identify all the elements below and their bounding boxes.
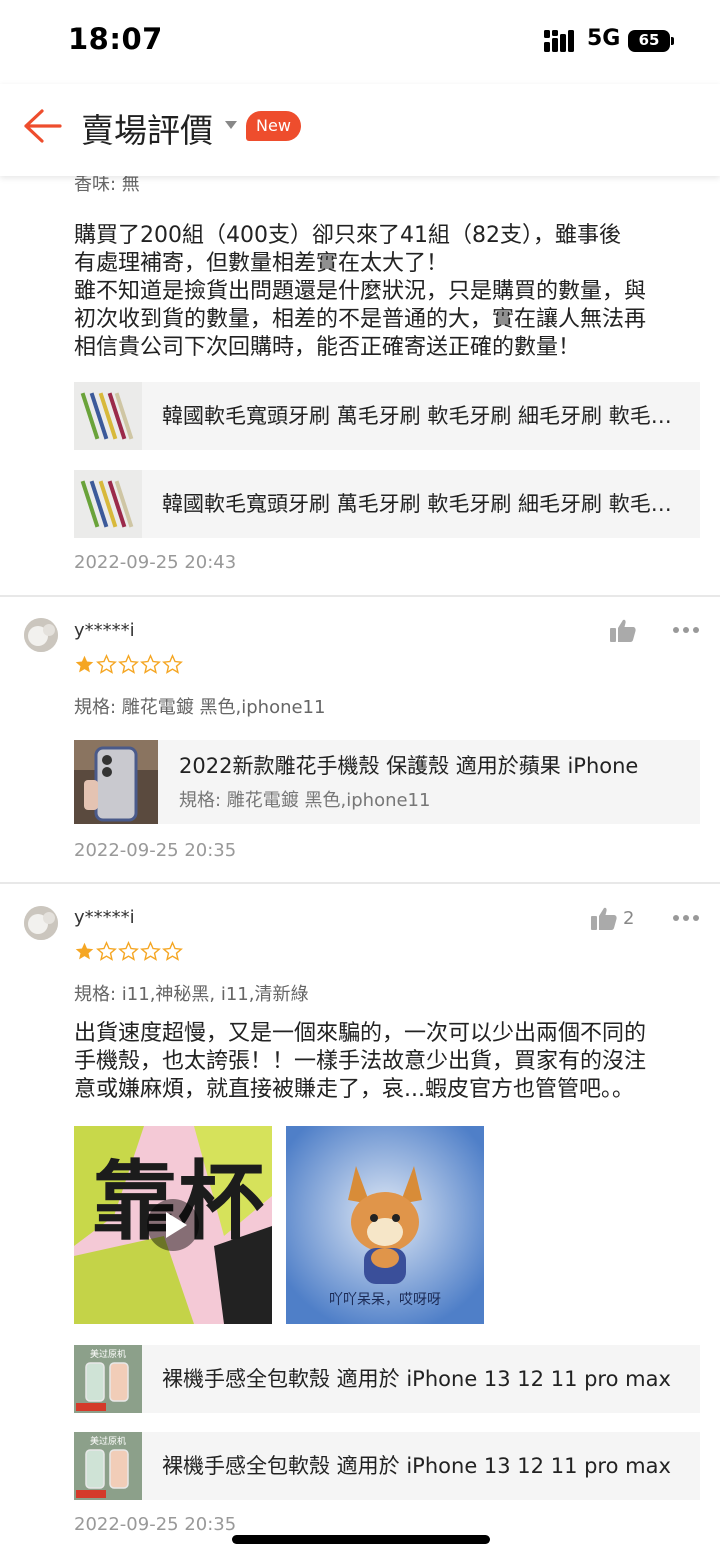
avatar[interactable] — [24, 906, 58, 940]
product-link[interactable]: 美过原机 裸機手感全包軟殼 適用於 iPhone 13 12 11 pro ma… — [74, 1345, 700, 1413]
divider — [0, 595, 720, 597]
thumbs-up-icon[interactable] — [610, 618, 636, 642]
page-title[interactable]: 賣場評價 — [81, 104, 213, 152]
product-thumbnail: 美过原机 — [74, 1345, 142, 1413]
product-name: 2022新款雕花手機殼 保護殼 適用於蘋果 iPhone — [179, 754, 639, 778]
review-video[interactable]: 靠杯 — [74, 1126, 272, 1324]
product-link[interactable]: 韓國軟毛寬頭牙刷 萬毛牙刷 軟毛牙刷 細毛牙刷 軟毛牙刷 — [74, 382, 700, 450]
svg-text:美过原机: 美过原机 — [90, 1348, 126, 1360]
star-empty-icon — [96, 654, 117, 674]
review-image[interactable]: 吖吖呆呆，哎呀呀 — [286, 1126, 484, 1324]
new-badge: New — [246, 111, 301, 141]
product-thumbnail — [74, 382, 142, 450]
page-header: 賣場評價 New — [0, 84, 720, 176]
avatar[interactable] — [24, 618, 58, 652]
star-empty-icon — [118, 941, 139, 961]
review-date: 2022-09-25 20:35 — [74, 1514, 237, 1535]
status-bar: 18:07 5G 65 — [0, 0, 720, 84]
network-label: 5G — [587, 26, 621, 51]
thumbs-up-icon[interactable] — [591, 906, 617, 930]
more-options-icon[interactable] — [672, 914, 700, 922]
review-text: 購買了200組（400支）卻只來了41組（82支），雖事後 有處理補寄，但數量相… — [74, 223, 647, 360]
product-thumbnail — [74, 740, 158, 824]
star-empty-icon — [140, 941, 161, 961]
review-date: 2022-09-25 20:35 — [74, 840, 237, 861]
review-date: 2022-09-25 20:43 — [74, 552, 237, 573]
star-empty-icon — [96, 941, 117, 961]
product-thumbnail: 美过原机 — [74, 1432, 142, 1500]
svg-text:美过原机: 美过原机 — [90, 1435, 126, 1447]
status-time: 18:07 — [68, 22, 163, 56]
star-filled-icon — [75, 655, 94, 673]
star-empty-icon — [162, 654, 183, 674]
product-link[interactable]: 美过原机 裸機手感全包軟殼 適用於 iPhone 13 12 11 pro ma… — [74, 1432, 700, 1500]
reviewer-name: y*****i — [74, 907, 135, 928]
battery-indicator: 65 — [628, 30, 674, 52]
star-empty-icon — [118, 654, 139, 674]
battery-level: 65 — [638, 31, 660, 49]
image-caption: 吖吖呆呆，哎呀呀 — [329, 1292, 441, 1308]
star-empty-icon — [140, 654, 161, 674]
product-link[interactable]: 2022新款雕花手機殼 保護殼 適用於蘋果 iPhone 規格: 雕花電鍍 黑色… — [74, 740, 700, 824]
review-spec: 香味: 無 — [74, 176, 140, 195]
product-link[interactable]: 韓國軟毛寬頭牙刷 萬毛牙刷 軟毛牙刷 細毛牙刷 軟毛牙刷 — [74, 470, 700, 538]
divider — [0, 882, 720, 884]
star-empty-icon — [162, 941, 183, 961]
review-list: 香味: 無 購買了200組（400支）卻只來了41組（82支），雖事後 有處理補… — [0, 176, 720, 1558]
product-spec: 規格: 雕花電鍍 黑色,iphone11 — [179, 790, 431, 811]
star-rating — [74, 941, 183, 963]
back-arrow-icon[interactable] — [22, 108, 62, 144]
review-text: 出貨速度超慢，又是一個來騙的，一次可以少出兩個不同的 手機殼，也太誇張！！一樣手… — [74, 1021, 647, 1102]
like-count: 2 — [623, 908, 635, 929]
more-options-icon[interactable] — [672, 626, 700, 634]
product-name: 韓國軟毛寬頭牙刷 萬毛牙刷 軟毛牙刷 細毛牙刷 軟毛牙刷 — [162, 404, 682, 428]
reviewer-name: y*****i — [74, 620, 135, 641]
product-name: 韓國軟毛寬頭牙刷 萬毛牙刷 軟毛牙刷 細毛牙刷 軟毛牙刷 — [162, 492, 682, 516]
product-name: 裸機手感全包軟殼 適用於 iPhone 13 12 11 pro max — [162, 1454, 671, 1478]
caret-down-icon[interactable] — [225, 121, 237, 129]
product-thumbnail — [74, 470, 142, 538]
star-rating — [74, 654, 183, 676]
review-spec: 規格: 雕花電鍍 黑色,iphone11 — [74, 697, 326, 718]
signal-icon — [544, 30, 574, 52]
product-name: 裸機手感全包軟殼 適用於 iPhone 13 12 11 pro max — [162, 1367, 671, 1391]
star-filled-icon — [75, 942, 94, 960]
review-spec: 規格: i11,神秘黑, i11,清新綠 — [74, 984, 309, 1005]
home-indicator[interactable] — [232, 1535, 490, 1544]
